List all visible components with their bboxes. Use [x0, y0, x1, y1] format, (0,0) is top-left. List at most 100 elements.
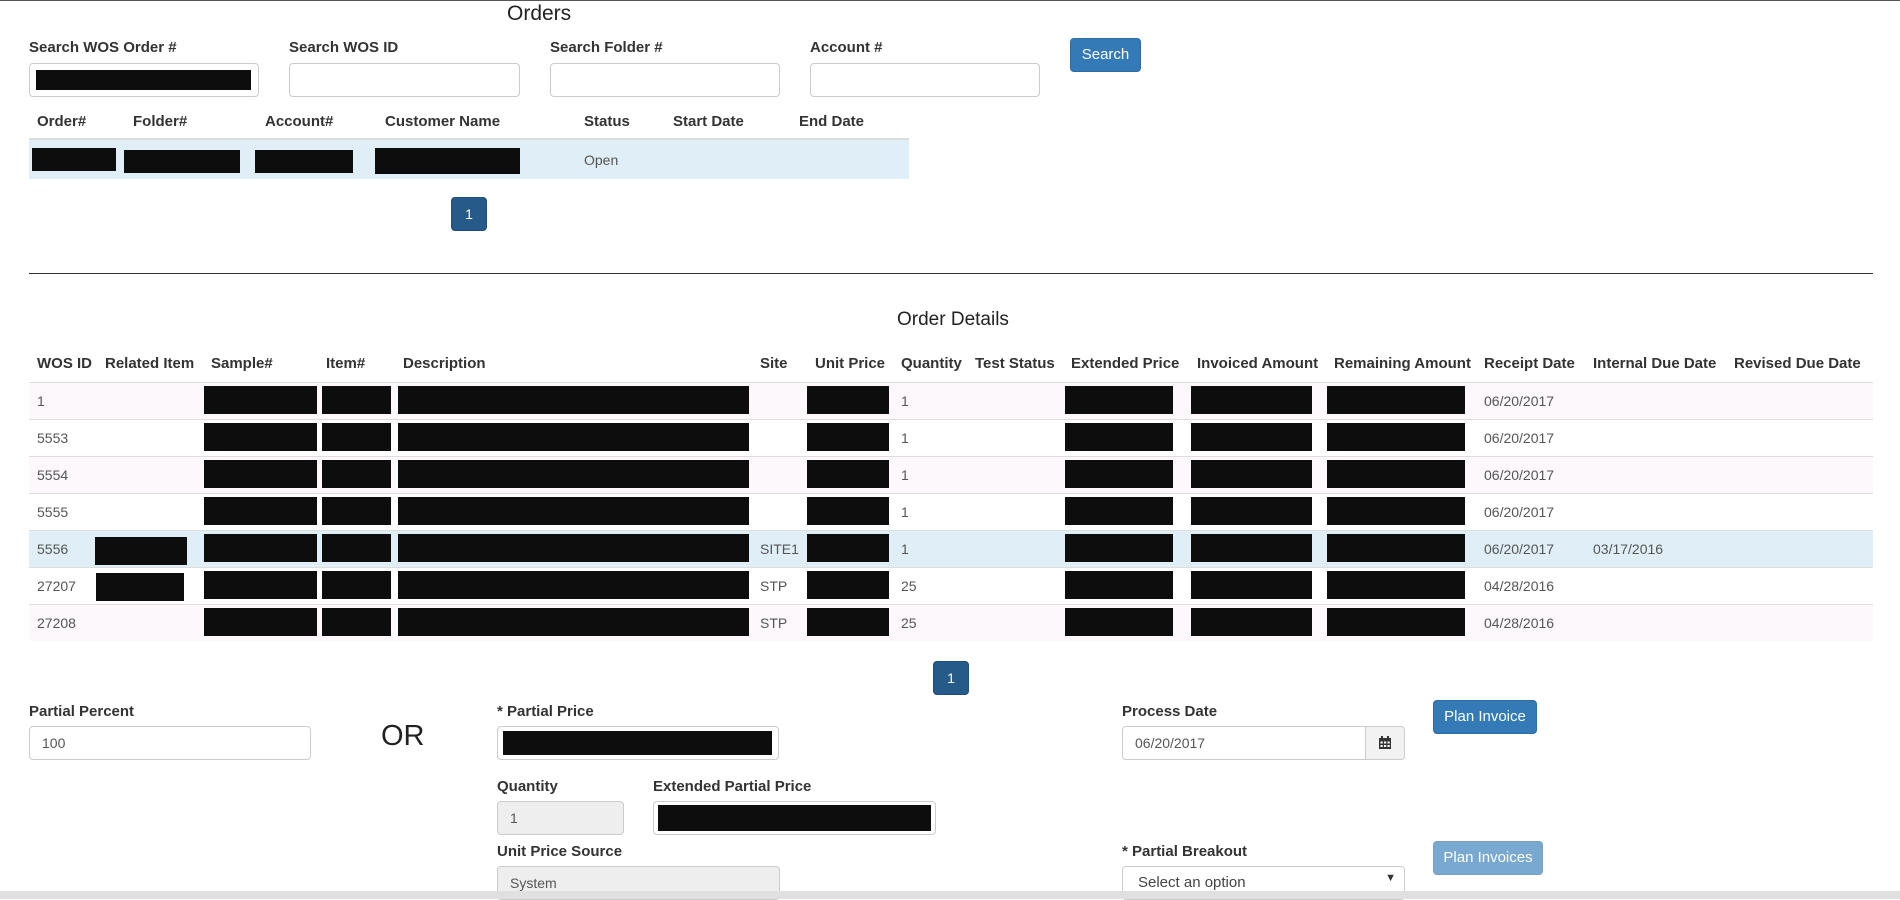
horizontal-scrollbar[interactable]: [0, 891, 1900, 899]
wos-id-cell: 5556: [37, 541, 69, 557]
search-wos-order-label: Search WOS Order #: [29, 39, 177, 56]
redacted-cell: [1327, 460, 1465, 488]
table-row[interactable]: 27208 STP 25 04/28/2016: [29, 573, 1873, 641]
table-row[interactable]: 5554 1 06/20/2017: [29, 456, 1873, 493]
order-details-page-1[interactable]: 1: [933, 661, 969, 695]
col-order: Order#: [37, 113, 87, 130]
col-wos-id: WOS ID: [37, 355, 92, 372]
col-internal-due-date: Internal Due Date: [1593, 355, 1717, 372]
table-row[interactable]: 5556 SITE1 1 06/20/2017 03/17/2016: [29, 530, 1873, 567]
wos-id-cell: 1: [37, 393, 45, 409]
plan-invoices-button[interactable]: Plan Invoices: [1433, 841, 1543, 875]
redacted-cell: [398, 386, 749, 414]
redacted-cell: [807, 571, 889, 599]
col-remaining-amount: Remaining Amount: [1334, 355, 1471, 372]
account-label: Account #: [810, 39, 883, 56]
redacted-cell: [1327, 386, 1465, 414]
partial-price-input[interactable]: [497, 726, 779, 760]
quantity-cell: 1: [901, 393, 909, 409]
redacted-cell: [807, 534, 889, 562]
redacted-related-item: [96, 573, 184, 601]
redacted-cell: [807, 608, 889, 636]
orders-table-row[interactable]: Open: [29, 138, 909, 179]
redacted-cell: [1327, 571, 1465, 599]
redacted-cell: [1191, 534, 1312, 562]
col-end-date: End Date: [799, 113, 865, 130]
receipt-date-cell: 06/20/2017: [1484, 467, 1555, 483]
search-button[interactable]: Search: [1070, 38, 1141, 72]
search-wos-id-input[interactable]: [289, 63, 520, 97]
redacted-cell: [1191, 386, 1312, 414]
redacted-cell: [1065, 534, 1173, 562]
calendar-button[interactable]: [1365, 726, 1405, 760]
search-wos-order-input[interactable]: [29, 63, 259, 97]
account-input[interactable]: [810, 63, 1040, 97]
redacted-cell: [1327, 534, 1465, 562]
col-item: Item#: [326, 355, 366, 372]
orders-page-1[interactable]: 1: [451, 197, 487, 231]
extended-partial-price-field: [653, 801, 936, 835]
redacted-value: [36, 70, 251, 90]
unit-price-source-label: Unit Price Source: [497, 843, 623, 860]
redacted-cell: [1065, 423, 1173, 451]
redacted-customer: [375, 148, 520, 174]
redacted-cell: [204, 608, 317, 636]
receipt-date-cell: 06/20/2017: [1484, 430, 1555, 446]
quantity-field: 1: [497, 801, 624, 835]
col-extended-price: Extended Price: [1071, 355, 1180, 372]
redacted-cell: [398, 423, 749, 451]
top-border: [0, 0, 1900, 1]
table-row[interactable]: 27207 STP 25 04/28/2016: [29, 567, 1873, 604]
redacted-cell: [807, 497, 889, 525]
order-details-title: Order Details: [897, 309, 1009, 330]
redacted-cell: [322, 497, 391, 525]
partial-percent-input[interactable]: 100: [29, 726, 311, 760]
redacted-cell: [1191, 608, 1312, 636]
redacted-cell: [322, 571, 391, 599]
table-row[interactable]: 5555 1 06/20/2017: [29, 493, 1873, 530]
process-date-label: Process Date: [1122, 703, 1218, 720]
redacted-cell: [807, 460, 889, 488]
redacted-cell: [322, 460, 391, 488]
search-folder-input[interactable]: [550, 63, 780, 97]
plan-invoice-button[interactable]: Plan Invoice: [1433, 700, 1537, 734]
col-site: Site: [760, 355, 788, 372]
col-start-date: Start Date: [673, 113, 744, 130]
redacted-cell: [807, 423, 889, 451]
redacted-cell: [204, 571, 317, 599]
redacted-cell: [204, 386, 317, 414]
partial-breakout-label: * Partial Breakout: [1122, 843, 1248, 860]
redacted-cell: [204, 460, 317, 488]
redacted-cell: [1065, 571, 1173, 599]
site-cell: STP: [760, 615, 788, 631]
search-wos-id-label: Search WOS ID: [289, 39, 399, 56]
quantity-cell: 1: [901, 430, 909, 446]
receipt-date-cell: 04/28/2016: [1484, 578, 1555, 594]
redacted-value: [658, 805, 931, 831]
receipt-date-cell: 04/28/2016: [1484, 615, 1555, 631]
col-sample: Sample#: [211, 355, 273, 372]
redacted-cell: [807, 386, 889, 414]
table-row[interactable]: 1 1 06/20/2017: [29, 382, 1873, 419]
redacted-cell: [1065, 460, 1173, 488]
col-revised-due-date: Revised Due Date: [1734, 355, 1861, 372]
redacted-related-item: [95, 537, 187, 565]
quantity-cell: 1: [901, 541, 909, 557]
col-status: Status: [584, 113, 630, 130]
col-customer-name: Customer Name: [385, 113, 501, 130]
redacted-cell: [1191, 571, 1312, 599]
redacted-cell: [398, 534, 749, 562]
col-test-status: Test Status: [975, 355, 1055, 372]
col-invoiced-amount: Invoiced Amount: [1197, 355, 1319, 372]
quantity-cell: 25: [901, 578, 917, 594]
redacted-cell: [1191, 423, 1312, 451]
process-date-input[interactable]: 06/20/2017: [1122, 726, 1366, 760]
calendar-icon: [1379, 736, 1391, 749]
redacted-cell: [204, 497, 317, 525]
redacted-account: [255, 150, 353, 173]
table-row[interactable]: 5553 1 06/20/2017: [29, 419, 1873, 456]
quantity-label: Quantity: [497, 778, 558, 795]
redacted-cell: [398, 497, 749, 525]
or-separator: OR: [381, 720, 425, 752]
col-folder: Folder#: [133, 113, 188, 130]
